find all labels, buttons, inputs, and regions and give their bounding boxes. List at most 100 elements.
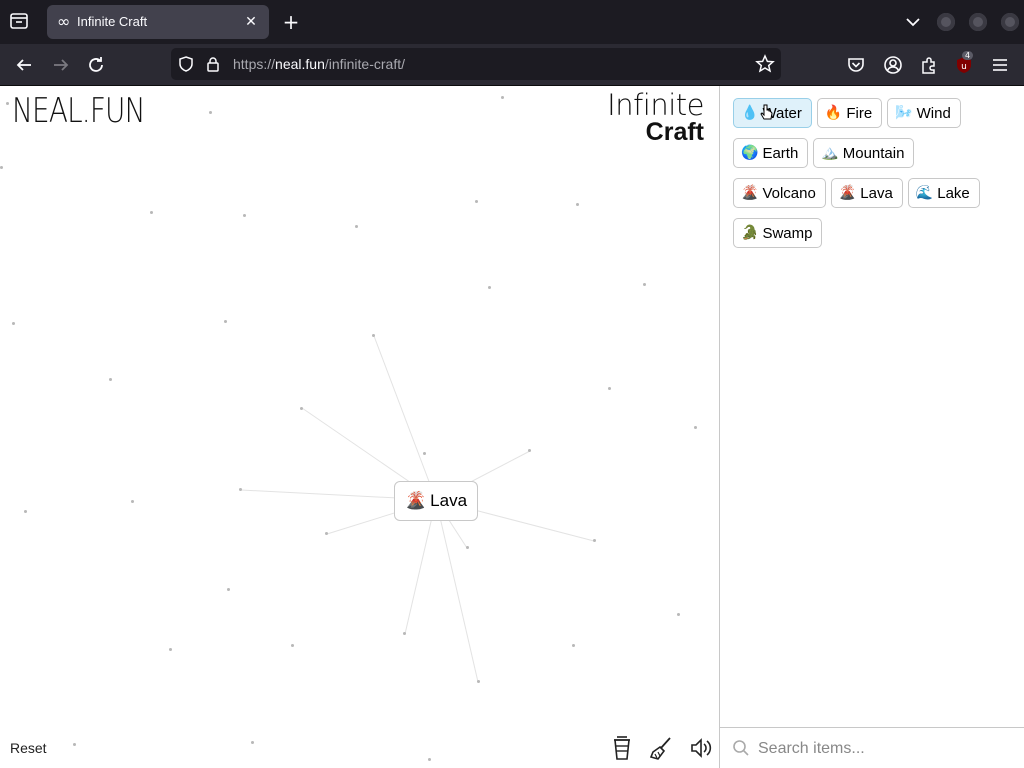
star-dot [169, 648, 172, 651]
coffee-icon[interactable] [610, 735, 636, 761]
item-lake[interactable]: 🌊 Lake [907, 178, 980, 208]
item-swamp[interactable]: 🐊 Swamp [733, 218, 823, 248]
svg-text:u: u [961, 62, 967, 72]
item-label: Earth [762, 144, 799, 162]
star-dot [428, 758, 431, 761]
item-mountain[interactable]: 🏔️ Mountain [813, 138, 915, 168]
star-dot [12, 322, 15, 325]
volcano-icon: 🌋 [741, 185, 759, 201]
star-dot [239, 488, 242, 491]
menu-icon[interactable] [989, 54, 1011, 76]
lock-icon[interactable] [204, 55, 222, 73]
item-label: Swamp [762, 224, 813, 242]
item-volcano[interactable]: 🌋 Volcano [733, 178, 826, 208]
bookmark-star-icon[interactable] [755, 54, 775, 74]
mouse-cursor-icon [760, 104, 774, 122]
star-dot [73, 743, 76, 746]
connection-lines [240, 335, 595, 683]
new-tab-button[interactable]: + [280, 11, 302, 33]
minimize-button[interactable] [937, 13, 955, 31]
star-dot [501, 96, 504, 99]
crocodile-icon: 🐊 [741, 225, 759, 241]
browser-tab-bar: ∞ Infinite Craft ✕ + [0, 0, 1024, 44]
star-dot [372, 334, 375, 337]
star-dot [24, 510, 27, 513]
item-label: Mountain [842, 144, 905, 162]
logo-line-1: Infinite [607, 88, 704, 122]
volcano-icon: 🌋 [405, 491, 427, 511]
item-label: Lava [860, 184, 893, 202]
item-earth[interactable]: 🌍 Earth [733, 138, 809, 168]
chevron-down-icon[interactable] [903, 12, 923, 32]
star-dot [209, 111, 212, 114]
broom-icon[interactable] [648, 735, 674, 761]
water-drop-icon: 💧 [741, 105, 759, 121]
items-list: 💧 Water 🔥 Fire 🌬️ Wind 🌍 Earth 🏔️ Mountain 🌋 Volc… [733, 98, 1018, 258]
search-input[interactable] [756, 734, 1010, 764]
close-tab-icon[interactable]: ✕ [241, 12, 261, 32]
extensions-icon[interactable] [918, 54, 940, 76]
star-dot [131, 500, 134, 503]
star-dot [227, 588, 230, 591]
canvas-item-lava[interactable]: 🌋 Lava [394, 481, 479, 521]
sound-icon[interactable] [688, 735, 714, 761]
star-dot [0, 166, 3, 169]
extension-badge: 4 [962, 51, 974, 60]
item-label: Volcano [762, 184, 816, 202]
item-fire[interactable]: 🔥 Fire [816, 98, 883, 128]
craft-canvas[interactable]: NEAL.FUN Infinite Craft 🌋 Lava Reset [0, 86, 719, 768]
star-dot [423, 452, 426, 455]
item-label: Wind [916, 104, 951, 122]
search-bar [720, 727, 1024, 768]
star-dot [291, 644, 294, 647]
fire-icon: 🔥 [824, 105, 843, 121]
wind-icon: 🌬️ [895, 105, 913, 121]
star-dot [325, 532, 328, 535]
url-bar[interactable]: https://neal.fun/infinite-craft/ [171, 48, 781, 80]
item-wind[interactable]: 🌬️ Wind [887, 98, 961, 128]
items-sidebar: 💧 Water 🔥 Fire 🌬️ Wind 🌍 Earth 🏔️ Mountain 🌋 Volc… [719, 86, 1024, 768]
star-dot [477, 680, 480, 683]
page: NEAL.FUN Infinite Craft 🌋 Lava Reset 💧 Wa… [0, 86, 1024, 768]
star-dot [403, 632, 406, 635]
globe-icon: 🌍 [741, 145, 759, 161]
star-dot [475, 200, 478, 203]
star-dot [572, 644, 575, 647]
star-dot [150, 211, 153, 214]
star-dot [528, 449, 531, 452]
infinite-craft-logo: Infinite Craft [607, 91, 704, 145]
account-icon[interactable] [882, 54, 904, 76]
item-lava[interactable]: 🌋 Lava [830, 178, 903, 208]
star-dot [643, 283, 646, 286]
star-dot [243, 214, 246, 217]
tab-overview-icon[interactable] [8, 10, 32, 34]
url-text: https://neal.fun/infinite-craft/ [233, 56, 405, 72]
star-dot [576, 203, 579, 206]
forward-arrow-icon[interactable] [50, 54, 72, 76]
logo-line-2: Craft [645, 118, 704, 146]
reset-button[interactable]: Reset [10, 740, 47, 756]
star-dot [224, 320, 227, 323]
star-dot [251, 741, 254, 744]
neal-fun-logo[interactable]: NEAL.FUN [12, 91, 146, 131]
close-window-button[interactable] [1001, 13, 1019, 31]
shield-icon[interactable] [177, 55, 195, 73]
reload-icon[interactable] [85, 54, 107, 76]
star-dot [355, 225, 358, 228]
item-label: Lava [430, 491, 468, 510]
star-dot [677, 613, 680, 616]
star-dot [466, 546, 469, 549]
star-dot [608, 387, 611, 390]
pocket-icon[interactable] [845, 54, 867, 76]
item-label: Fire [846, 104, 873, 122]
volcano-icon: 🌋 [838, 185, 857, 201]
star-dot [300, 407, 303, 410]
browser-tab[interactable]: ∞ Infinite Craft ✕ [47, 5, 269, 39]
maximize-button[interactable] [969, 13, 987, 31]
search-icon [732, 739, 750, 757]
star-dot [6, 102, 9, 105]
wave-icon: 🌊 [915, 185, 934, 201]
back-arrow-icon[interactable] [13, 54, 35, 76]
star-dot [488, 286, 491, 289]
browser-nav-bar: https://neal.fun/infinite-craft/ u [0, 44, 1024, 86]
